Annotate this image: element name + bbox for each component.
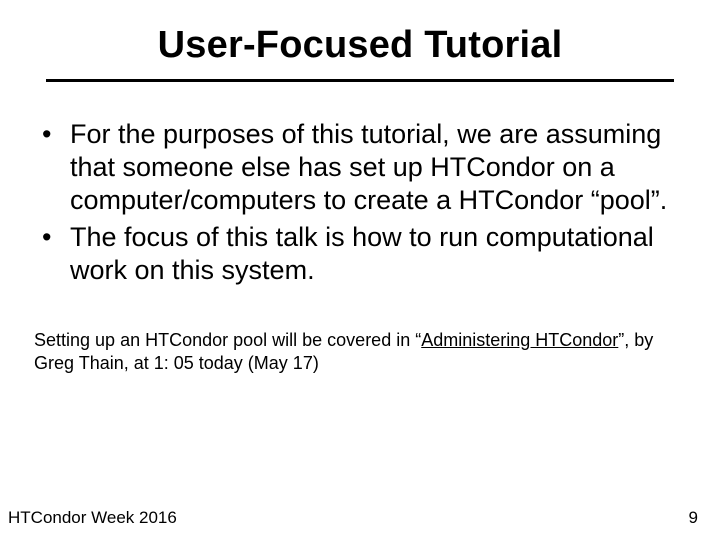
footer-left: HTCondor Week 2016 <box>8 508 177 528</box>
slide-title: User-Focused Tutorial <box>68 24 652 73</box>
body-content: For the purposes of this tutorial, we ar… <box>28 118 692 287</box>
footnote-link[interactable]: Administering HTCondor <box>421 330 618 350</box>
list-item: For the purposes of this tutorial, we ar… <box>34 118 682 217</box>
title-block: User-Focused Tutorial <box>68 24 652 73</box>
slide: User-Focused Tutorial For the purposes o… <box>0 0 720 540</box>
title-divider <box>46 79 674 82</box>
footnote: Setting up an HTCondor pool will be cove… <box>28 329 692 375</box>
page-number: 9 <box>689 508 698 528</box>
footnote-prefix: Setting up an HTCondor pool will be cove… <box>34 330 421 350</box>
bullet-list: For the purposes of this tutorial, we ar… <box>34 118 682 287</box>
list-item: The focus of this talk is how to run com… <box>34 221 682 287</box>
